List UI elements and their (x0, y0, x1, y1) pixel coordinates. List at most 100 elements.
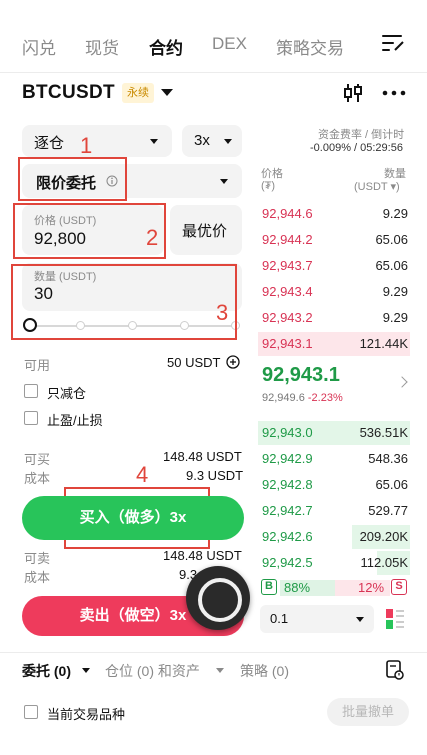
ask-price: 92,943.7 (262, 258, 313, 273)
bid-quantity: 209.20K (359, 529, 408, 544)
ask-row[interactable]: 92,943.2 9.29 (258, 306, 410, 330)
bid-row[interactable]: 92,942.9 548.36 (258, 447, 410, 471)
mark-price: 92,949.6 (262, 392, 305, 404)
bid-row[interactable]: 92,942.6 209.20K (258, 525, 410, 549)
sell-max-value: 148.48 USDT (163, 548, 242, 563)
buy-ratio-tag: B (261, 579, 277, 595)
add-funds-icon[interactable] (226, 355, 240, 369)
ask-row[interactable]: 92,943.4 9.29 (258, 280, 410, 304)
buy-long-button[interactable]: 买入（做多）3x (22, 496, 244, 540)
ask-row[interactable]: 92,944.6 9.29 (258, 202, 410, 226)
ask-price: 92,944.2 (262, 232, 313, 247)
ask-row[interactable]: 92,943.1 121.44K (258, 332, 410, 356)
bid-quantity: 65.06 (375, 477, 408, 492)
mark-price-line: 92,949.6 -2.23% (262, 392, 343, 404)
tab-orders[interactable]: 委托 (0) (22, 661, 71, 681)
tab-positions-assets[interactable]: 仓位 (0) 和资产 (105, 661, 200, 681)
tp-sl-checkbox[interactable] (24, 411, 38, 425)
chevron-down-icon (150, 139, 158, 144)
more-horizontal-icon[interactable] (382, 90, 406, 96)
best-price-label: 最优价 (182, 223, 228, 240)
bid-price: 92,943.0 (262, 425, 313, 440)
bid-row[interactable]: 92,943.0 536.51K (258, 421, 410, 445)
chevron-down-icon (356, 617, 364, 622)
buy-max-label: 可买 (24, 452, 51, 467)
ask-quantity: 121.44K (359, 336, 408, 351)
batch-cancel-button[interactable]: 批量撤单 (327, 698, 409, 726)
available-label: 可用 (24, 358, 51, 373)
chevron-down-icon[interactable] (216, 668, 224, 673)
funding-rate-value: -0.009% / 05:29:56 (310, 142, 403, 154)
bid-quantity: 548.36 (368, 451, 408, 466)
annotation-box-3 (11, 264, 237, 340)
bid-price: 92,942.5 (262, 555, 313, 570)
bid-price: 92,942.9 (262, 451, 313, 466)
ask-quantity: 9.29 (382, 206, 408, 221)
buy-cost-value: 9.3 USDT (186, 468, 244, 483)
ask-quantity: 9.29 (382, 310, 408, 325)
bid-price: 92,942.8 (262, 477, 313, 492)
price-column-header: 价格 (261, 168, 283, 180)
tab-futures[interactable]: 合约 (149, 34, 183, 59)
annotation-box-2 (13, 203, 166, 259)
bid-row[interactable]: 92,942.7 529.77 (258, 499, 410, 523)
annotation-label-3: 3 (216, 300, 229, 325)
price-column-unit: (₮) (261, 180, 276, 192)
margin-mode-select[interactable]: 逐仓 (22, 125, 172, 157)
bid-price: 92,942.7 (262, 503, 313, 518)
annotation-label-2: 2 (146, 225, 159, 250)
ask-price: 92,944.6 (262, 206, 313, 221)
floating-assistive-button[interactable] (186, 566, 250, 630)
sell-cost-label: 成本 (24, 570, 51, 585)
nav-divider (0, 72, 427, 73)
bid-row[interactable]: 92,942.5 112.05K (258, 551, 410, 575)
chevron-right-icon[interactable] (396, 376, 408, 388)
tab-strategy[interactable]: 策略交易 (276, 34, 344, 59)
tp-sl-label: 止盈/止损 (47, 413, 103, 428)
bottom-divider (0, 652, 427, 653)
symbol-dropdown-icon[interactable] (161, 89, 173, 96)
bid-price: 92,942.6 (262, 529, 313, 544)
candlestick-icon[interactable] (342, 82, 364, 104)
buy-max-value: 148.48 USDT (163, 449, 242, 464)
tab-dex[interactable]: DEX (212, 34, 247, 54)
symbol-title[interactable]: BTCUSDT (22, 82, 115, 104)
chevron-down-icon (220, 179, 228, 184)
tab-spot[interactable]: 现货 (85, 34, 119, 59)
depth-step-value: 0.1 (270, 611, 289, 626)
margin-mode-value: 逐仓 (34, 135, 65, 152)
qty-unit-select[interactable]: (USDT ▾) (354, 180, 400, 193)
orderbook-layout-icon[interactable] (386, 609, 404, 629)
bid-quantity: 536.51K (359, 425, 408, 440)
annotation-box-1 (18, 157, 127, 201)
chevron-down-icon[interactable] (82, 668, 90, 673)
ask-price: 92,943.1 (262, 336, 313, 351)
ask-quantity: 65.06 (375, 258, 408, 273)
tab-strategies[interactable]: 策略 (0) (240, 661, 289, 681)
bid-row[interactable]: 92,942.8 65.06 (258, 473, 410, 497)
current-pair-label: 当前交易品种 (47, 707, 126, 722)
buy-ratio: 88% (284, 580, 311, 595)
leverage-value: 3x (194, 132, 210, 149)
last-price: 92,943.1 (262, 364, 340, 386)
ask-row[interactable]: 92,944.2 65.06 (258, 228, 410, 252)
leverage-select[interactable]: 3x (182, 125, 242, 157)
ask-quantity: 9.29 (382, 284, 408, 299)
bid-quantity: 112.05K (360, 555, 408, 570)
bid-quantity: 529.77 (368, 503, 408, 518)
reduce-only-checkbox[interactable] (24, 384, 38, 398)
ask-row[interactable]: 92,943.7 65.06 (258, 254, 410, 278)
available-value: 50 USDT (167, 355, 221, 370)
buy-cost-label: 成本 (24, 471, 51, 486)
order-history-icon[interactable] (386, 660, 404, 680)
ask-price: 92,943.4 (262, 284, 313, 299)
ask-price: 92,943.2 (262, 310, 313, 325)
best-price-button[interactable]: 最优价 (170, 205, 242, 255)
qty-column-header: 数量 (384, 168, 406, 180)
tab-swap[interactable]: 闪兑 (22, 34, 56, 59)
price-change: -2.23% (307, 392, 343, 404)
menu-edit-icon[interactable] (382, 34, 404, 52)
depth-step-select[interactable]: 0.1 (260, 605, 374, 633)
chevron-down-icon (224, 139, 232, 144)
current-pair-checkbox[interactable] (24, 705, 38, 719)
